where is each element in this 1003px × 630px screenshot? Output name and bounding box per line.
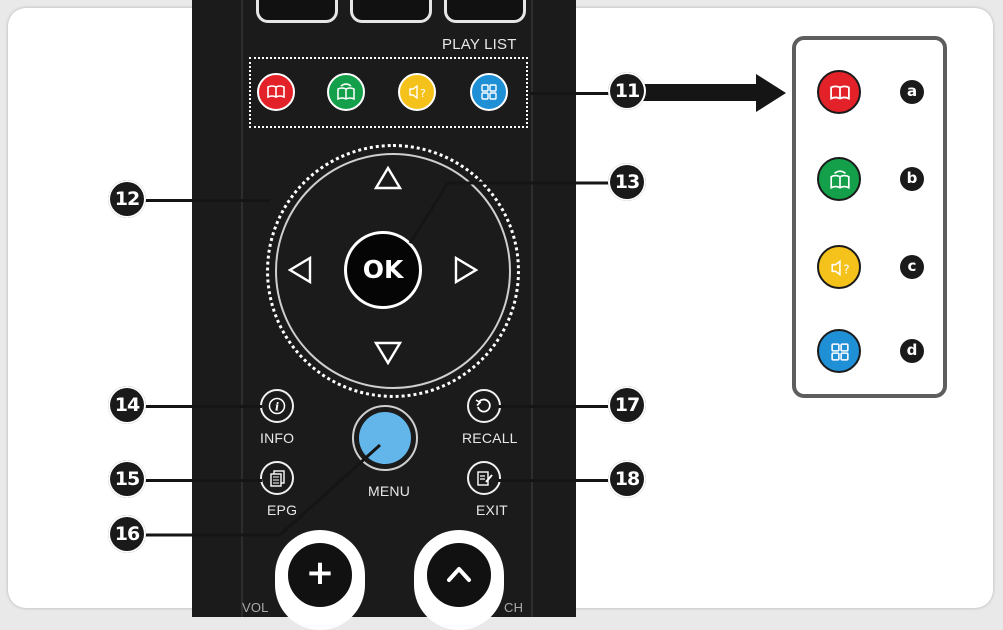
legend-green-button [817,157,861,201]
book-refresh-icon [337,83,355,101]
ch-label: CH [504,600,524,615]
leader-16 [130,443,382,537]
legend-label-b: b [900,167,924,191]
svg-text:?: ? [843,263,849,277]
info-icon: i [268,397,286,415]
book-refresh-icon [830,170,850,190]
vol-up-button[interactable]: + [286,541,354,609]
callout-15: 15 [108,460,146,498]
legend-label-d: d [900,339,924,363]
left-arrow-icon[interactable] [288,256,312,284]
callout-12: 12 [108,180,146,218]
blue-button[interactable] [470,73,508,111]
leader-18 [498,479,608,482]
legend-red-button [817,70,861,114]
recall-label: RECALL [462,430,518,446]
legend-label-c: c [900,255,924,279]
green-button[interactable] [327,73,365,111]
leader-11 [530,92,610,95]
grid-icon [831,343,849,361]
leader-17 [498,405,608,408]
book-icon [830,85,850,100]
exit-icon [477,471,493,486]
callout-13: 13 [608,163,646,201]
callout-11: 11 [608,72,646,110]
top-button-1[interactable] [256,0,338,23]
leader-12 [130,199,270,202]
arrow-11-head [756,74,786,112]
up-arrow-icon[interactable] [374,166,402,190]
info-button[interactable]: i [260,389,294,423]
speaker-question-icon: ? [831,259,850,277]
svg-text:?: ? [420,87,426,100]
down-arrow-icon[interactable] [374,341,402,365]
yellow-button[interactable]: ? [398,73,436,111]
arrow-11-shaft [640,84,768,101]
exit-button[interactable] [467,461,501,495]
leader-13 [408,181,618,244]
callout-16: 16 [108,515,146,553]
red-button[interactable] [257,73,295,111]
top-button-3[interactable] [444,0,526,23]
ch-up-button[interactable] [425,541,493,609]
recall-icon [475,398,491,413]
callout-18: 18 [608,460,646,498]
grid-icon [481,84,497,100]
svg-text:i: i [275,401,279,414]
speaker-question-icon: ? [409,84,426,100]
vol-label: VOL [242,600,269,615]
legend-label-a: a [900,80,924,104]
recall-button[interactable] [467,389,501,423]
right-arrow-icon[interactable] [454,256,478,284]
legend-blue-button [817,329,861,373]
legend-yellow-button: ? [817,245,861,289]
top-button-2[interactable] [350,0,432,23]
callout-14: 14 [108,386,146,424]
callout-17: 17 [608,386,646,424]
chevron-up-icon [447,567,471,582]
book-icon [267,85,285,99]
exit-label: EXIT [476,502,508,518]
leader-14 [130,405,262,408]
play-list-label: PLAY LIST [442,36,517,53]
